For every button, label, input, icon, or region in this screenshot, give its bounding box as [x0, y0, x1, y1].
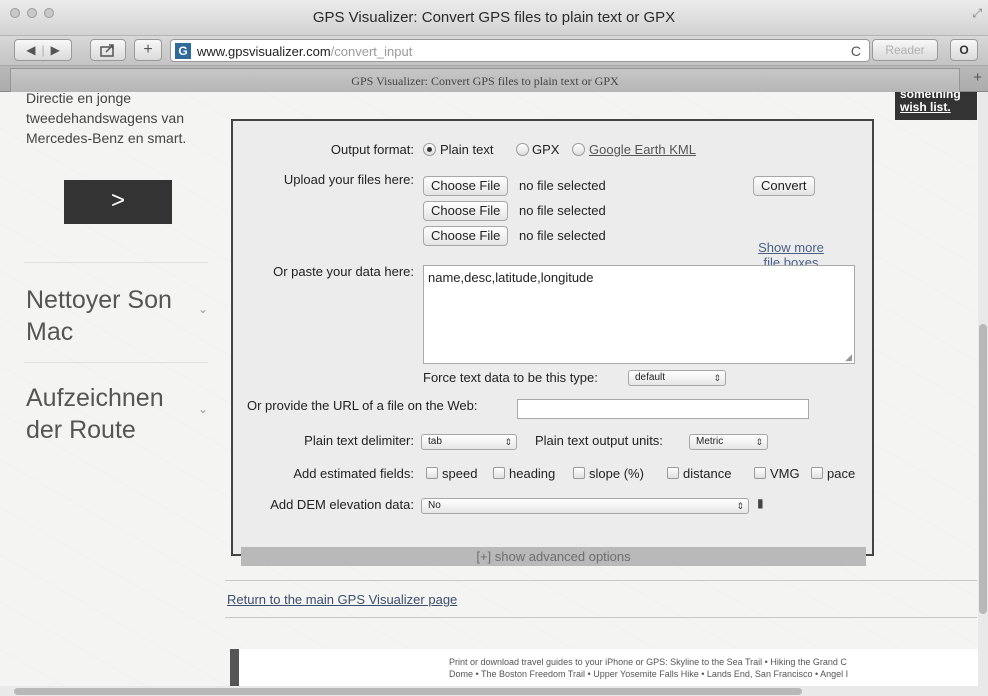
- tab-active[interactable]: GPS Visualizer: Convert GPS files to pla…: [10, 68, 960, 92]
- vertical-scrollbar[interactable]: [978, 92, 988, 696]
- horizontal-scrollbar[interactable]: [0, 686, 988, 696]
- window-titlebar: GPS Visualizer: Convert GPS files to pla…: [0, 0, 988, 36]
- dem-label: Add DEM elevation data:: [270, 497, 414, 512]
- select-arrows-icon: ⇕: [504, 437, 512, 447]
- chevron-right-icon: ⌄: [198, 302, 209, 316]
- ad-cta-button[interactable]: >: [64, 180, 172, 224]
- ad-link-2[interactable]: Aufzeichnen der Route: [26, 382, 196, 446]
- force-type-select[interactable]: default ⇕: [628, 370, 726, 386]
- left-advertisement: Directie en jonge tweedehandswagens van …: [18, 92, 208, 512]
- estimated-fields-label: Add estimated fields:: [293, 466, 414, 481]
- add-tab-icon[interactable]: +: [973, 69, 982, 86]
- choose-file-button-2[interactable]: Choose File: [423, 201, 509, 221]
- output-format-label: Output format:: [330, 142, 414, 157]
- choose-file-button-1[interactable]: Choose File: [423, 176, 509, 196]
- show-advanced-options-link[interactable]: [+] show advanced options: [241, 547, 866, 566]
- speed-label[interactable]: speed: [442, 466, 477, 481]
- browser-toolbar: ◀ | ▶ + G www.gpsvisualizer.com/convert_…: [0, 36, 988, 66]
- chevron-right-icon: ⌄: [198, 402, 209, 416]
- force-type-label: Force text data to be this type:: [423, 370, 598, 385]
- file-status-1: no file selected: [519, 178, 606, 193]
- share-icon: [100, 44, 114, 57]
- ad-link-1[interactable]: Nettoyer Son Mac: [26, 284, 196, 348]
- address-bar[interactable]: G www.gpsvisualizer.com/convert_input C: [170, 39, 870, 62]
- bottom-ad-line-2[interactable]: Dome • The Boston Freedom Trail • Upper …: [449, 669, 848, 679]
- extension-button[interactable]: O: [950, 39, 978, 61]
- select-arrows-icon: ⇕: [713, 373, 721, 383]
- units-select[interactable]: Metric ⇕: [689, 434, 768, 450]
- back-arrow-icon[interactable]: ◀: [26, 43, 35, 57]
- output-kml-label[interactable]: Google Earth KML: [589, 142, 696, 157]
- select-arrows-icon: ⇕: [736, 501, 744, 511]
- pace-checkbox[interactable]: [811, 467, 823, 479]
- file-status-2: no file selected: [519, 203, 606, 218]
- vertical-scroll-thumb[interactable]: [979, 324, 987, 614]
- divider: [225, 580, 977, 581]
- convert-button[interactable]: Convert: [753, 176, 815, 196]
- speed-checkbox[interactable]: [426, 467, 438, 479]
- ad-divider: [24, 262, 208, 263]
- upload-label: Upload your files here:: [283, 172, 414, 187]
- paste-data-value: name,desc,latitude,longitude: [428, 270, 594, 285]
- pace-label[interactable]: pace: [827, 466, 855, 481]
- vmg-label[interactable]: VMG: [770, 466, 800, 481]
- convert-form: Output format: Plain text GPX Google Ear…: [231, 119, 874, 566]
- choose-file-button-3[interactable]: Choose File: [423, 226, 509, 246]
- dem-select[interactable]: No ⇕: [421, 498, 749, 514]
- fullscreen-icon[interactable]: ⤢: [972, 6, 982, 21]
- output-gpx-radio[interactable]: [516, 143, 529, 156]
- slope-label[interactable]: slope (%): [589, 466, 644, 481]
- heading-checkbox[interactable]: [493, 467, 505, 479]
- distance-checkbox[interactable]: [667, 467, 679, 479]
- reader-button[interactable]: Reader: [872, 39, 938, 61]
- resize-grip-icon[interactable]: ◢: [845, 352, 852, 363]
- vmg-checkbox[interactable]: [754, 467, 766, 479]
- ad-divider: [24, 362, 208, 363]
- distance-label[interactable]: distance: [683, 466, 731, 481]
- share-button[interactable]: [90, 39, 126, 61]
- delimiter-select[interactable]: tab ⇕: [421, 434, 517, 450]
- horizontal-scroll-thumb[interactable]: [14, 688, 802, 695]
- output-plain-text-label[interactable]: Plain text: [440, 142, 493, 157]
- output-gpx-label[interactable]: GPX: [532, 142, 559, 157]
- ad-text: Directie en jonge tweedehandswagens van …: [26, 92, 187, 146]
- reload-icon[interactable]: C: [851, 43, 861, 59]
- web-url-input[interactable]: [517, 399, 809, 419]
- heading-label[interactable]: heading: [509, 466, 555, 481]
- file-status-3: no file selected: [519, 228, 606, 243]
- return-main-link[interactable]: Return to the main GPS Visualizer page: [227, 592, 457, 607]
- wishlist-link[interactable]: wish list.: [900, 101, 972, 114]
- url-text[interactable]: www.gpsvisualizer.com/convert_input: [197, 44, 412, 59]
- bottom-ad-line-1[interactable]: Print or download travel guides to your …: [449, 657, 847, 667]
- dem-info-icon[interactable]: ▮: [757, 496, 764, 510]
- delimiter-label: Plain text delimiter:: [304, 433, 414, 448]
- url-label: Or provide the URL of a file on the Web:: [247, 398, 478, 413]
- window-title: GPS Visualizer: Convert GPS files to pla…: [312, 9, 676, 26]
- output-plain-text-radio[interactable]: [423, 143, 436, 156]
- site-favicon-icon: G: [175, 43, 191, 59]
- new-tab-button[interactable]: +: [134, 39, 162, 61]
- back-forward-control[interactable]: ◀ | ▶: [14, 39, 72, 61]
- forward-arrow-icon[interactable]: ▶: [51, 43, 60, 57]
- output-kml-radio[interactable]: [572, 143, 585, 156]
- select-arrows-icon: ⇕: [755, 437, 763, 447]
- units-label: Plain text output units:: [535, 433, 663, 448]
- divider: [225, 617, 977, 618]
- paste-data-textarea[interactable]: name,desc,latitude,longitude ◢: [423, 265, 855, 364]
- slope-checkbox[interactable]: [573, 467, 585, 479]
- paste-label: Or paste your data here:: [273, 264, 414, 279]
- tab-bar: GPS Visualizer: Convert GPS files to pla…: [0, 66, 988, 92]
- web-page: Directie en jonge tweedehandswagens van …: [0, 92, 988, 696]
- wishlist-badge[interactable]: something wish list.: [895, 92, 977, 120]
